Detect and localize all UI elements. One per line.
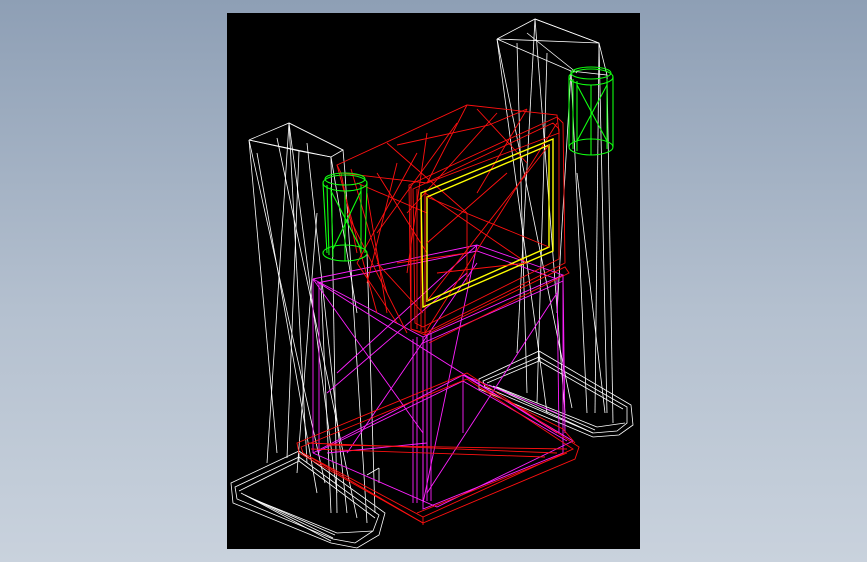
left-speaker-driver: [322, 172, 368, 262]
screen: [420, 137, 554, 309]
wireframe-model: [230, 18, 634, 549]
floor-plate: [296, 372, 580, 525]
cad-viewport[interactable]: [227, 13, 640, 549]
right-speaker-driver: [568, 66, 614, 156]
